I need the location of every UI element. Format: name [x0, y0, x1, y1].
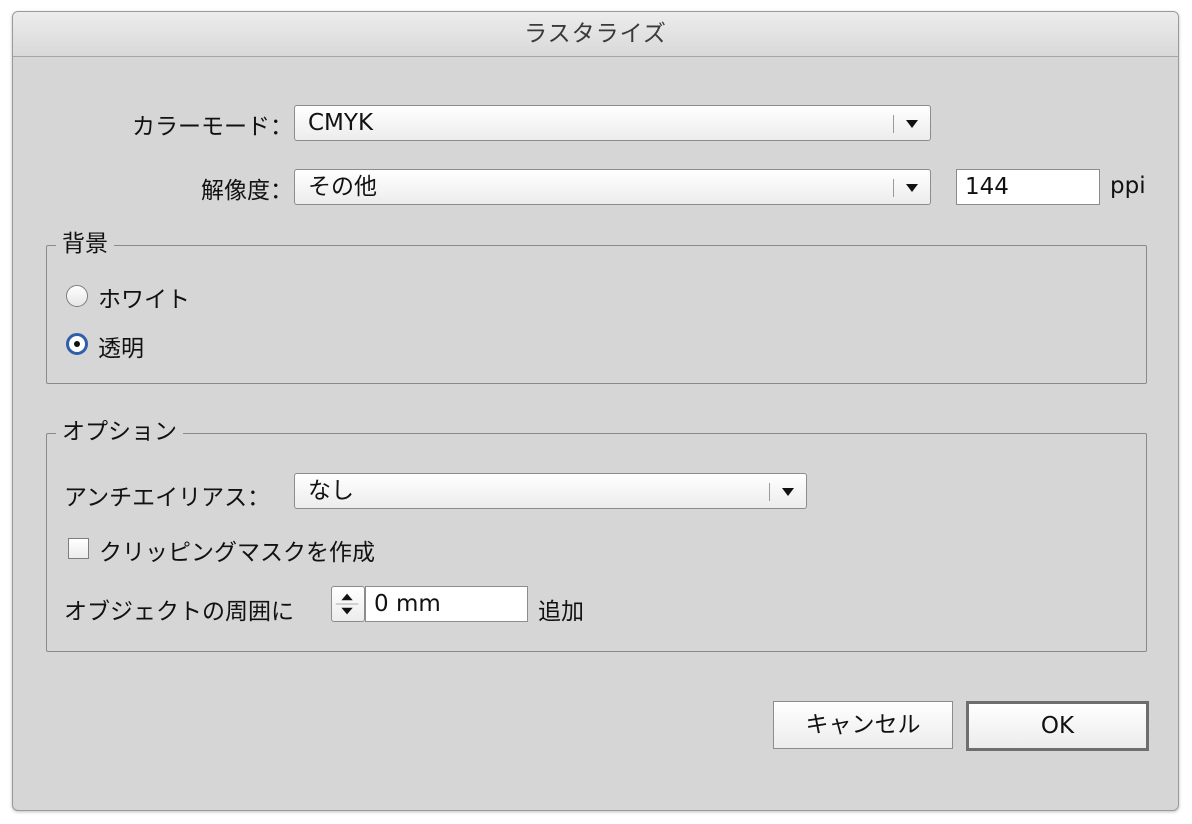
clipping-mask-checkbox[interactable] — [68, 538, 89, 559]
rasterize-dialog: ラスタライズ カラーモード： CMYK 解像度： その他 144 ppi 背景 … — [12, 11, 1179, 811]
select-separator — [893, 179, 894, 197]
antialias-label: アンチエイリアス： — [64, 485, 271, 511]
clipping-mask-label[interactable]: クリッピングマスクを作成 — [99, 533, 375, 567]
radio-white[interactable] — [66, 285, 88, 307]
resolution-label: 解像度： — [201, 178, 293, 204]
ok-button[interactable]: OK — [966, 701, 1149, 751]
stepper-arrows-icon — [335, 593, 359, 615]
radio-transparent-label[interactable]: 透明 — [98, 329, 144, 363]
background-legend: 背景 — [56, 230, 114, 258]
color-mode-value: CMYK — [308, 110, 374, 136]
chevron-down-icon — [782, 488, 794, 496]
ppi-input[interactable]: 144 — [956, 169, 1100, 205]
ppi-unit-label: ppi — [1110, 173, 1146, 199]
radio-white-label[interactable]: ホワイト — [98, 280, 190, 314]
chevron-down-icon — [906, 120, 918, 128]
chevron-down-icon — [906, 184, 918, 192]
select-separator — [893, 115, 894, 133]
padding-suffix: 追加 — [538, 599, 584, 625]
padding-label: オブジェクトの周囲に — [64, 599, 294, 625]
background-group — [46, 245, 1147, 384]
dialog-title: ラスタライズ — [13, 12, 1178, 57]
color-mode-select[interactable]: CMYK — [294, 105, 931, 141]
color-mode-label: カラーモード： — [132, 114, 293, 140]
select-separator — [769, 483, 770, 501]
padding-stepper[interactable] — [331, 586, 365, 622]
padding-input[interactable]: 0 mm — [365, 586, 528, 622]
resolution-value: その他 — [308, 174, 377, 200]
cancel-button[interactable]: キャンセル — [773, 701, 953, 749]
radio-transparent[interactable] — [66, 333, 88, 355]
options-legend: オプション — [56, 418, 183, 446]
antialias-select[interactable]: なし — [294, 473, 807, 509]
resolution-select[interactable]: その他 — [294, 169, 931, 205]
radio-dot — [74, 341, 80, 347]
antialias-value: なし — [308, 478, 354, 504]
